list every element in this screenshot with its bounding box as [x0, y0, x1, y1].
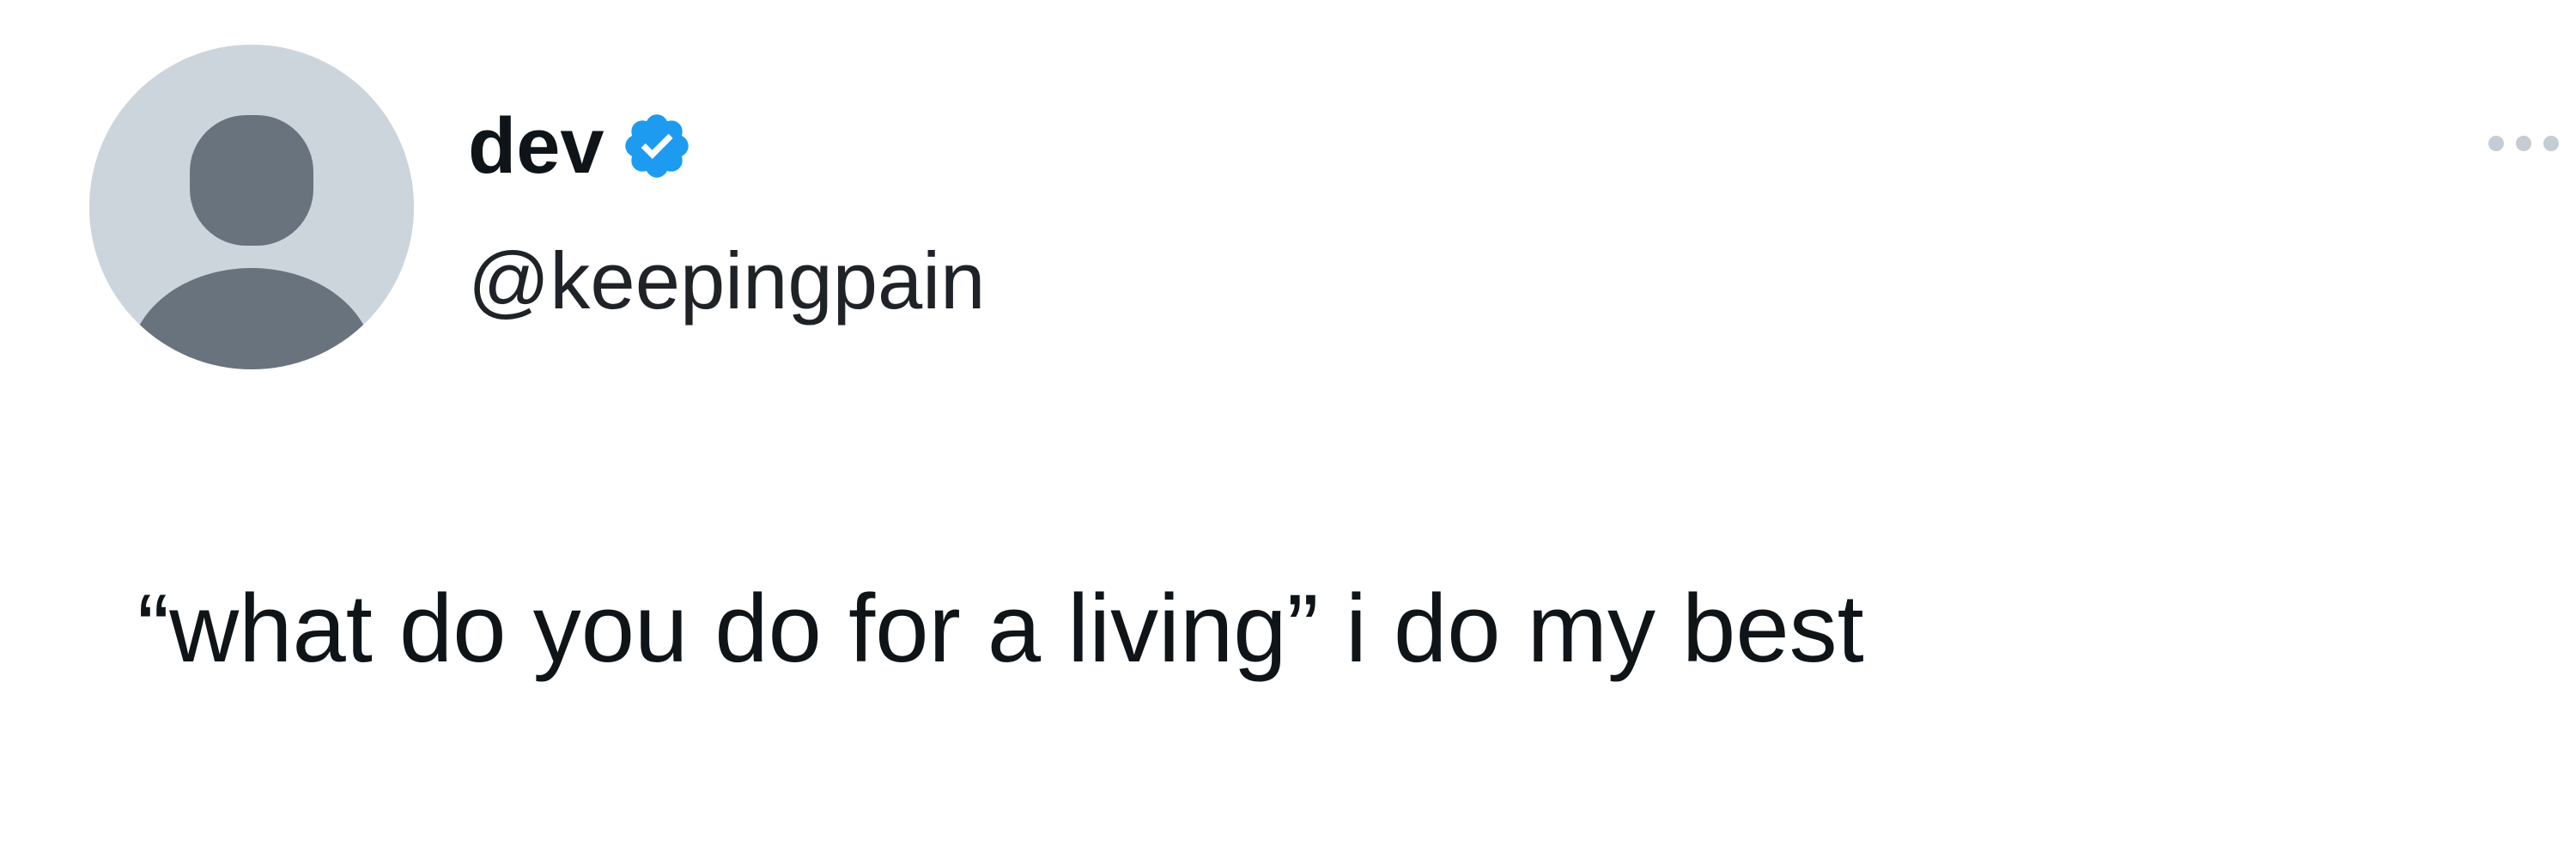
more-options-icon[interactable]	[2488, 131, 2574, 156]
more-dot	[2543, 136, 2559, 151]
tweet-text: “what do you do for a living” i do my be…	[137, 575, 1864, 682]
author-name-row: dev	[468, 99, 694, 193]
more-dot	[2488, 136, 2504, 151]
author-handle[interactable]: @keepingpain	[468, 241, 985, 321]
avatar[interactable]	[89, 45, 414, 369]
verified-badge-icon[interactable]	[620, 109, 694, 183]
default-profile-icon	[89, 45, 414, 369]
tweet-card[interactable]: dev @keepingpain “what do you do for a l…	[0, 0, 2576, 859]
more-dot	[2516, 136, 2531, 151]
author-display-name[interactable]: dev	[468, 107, 605, 186]
